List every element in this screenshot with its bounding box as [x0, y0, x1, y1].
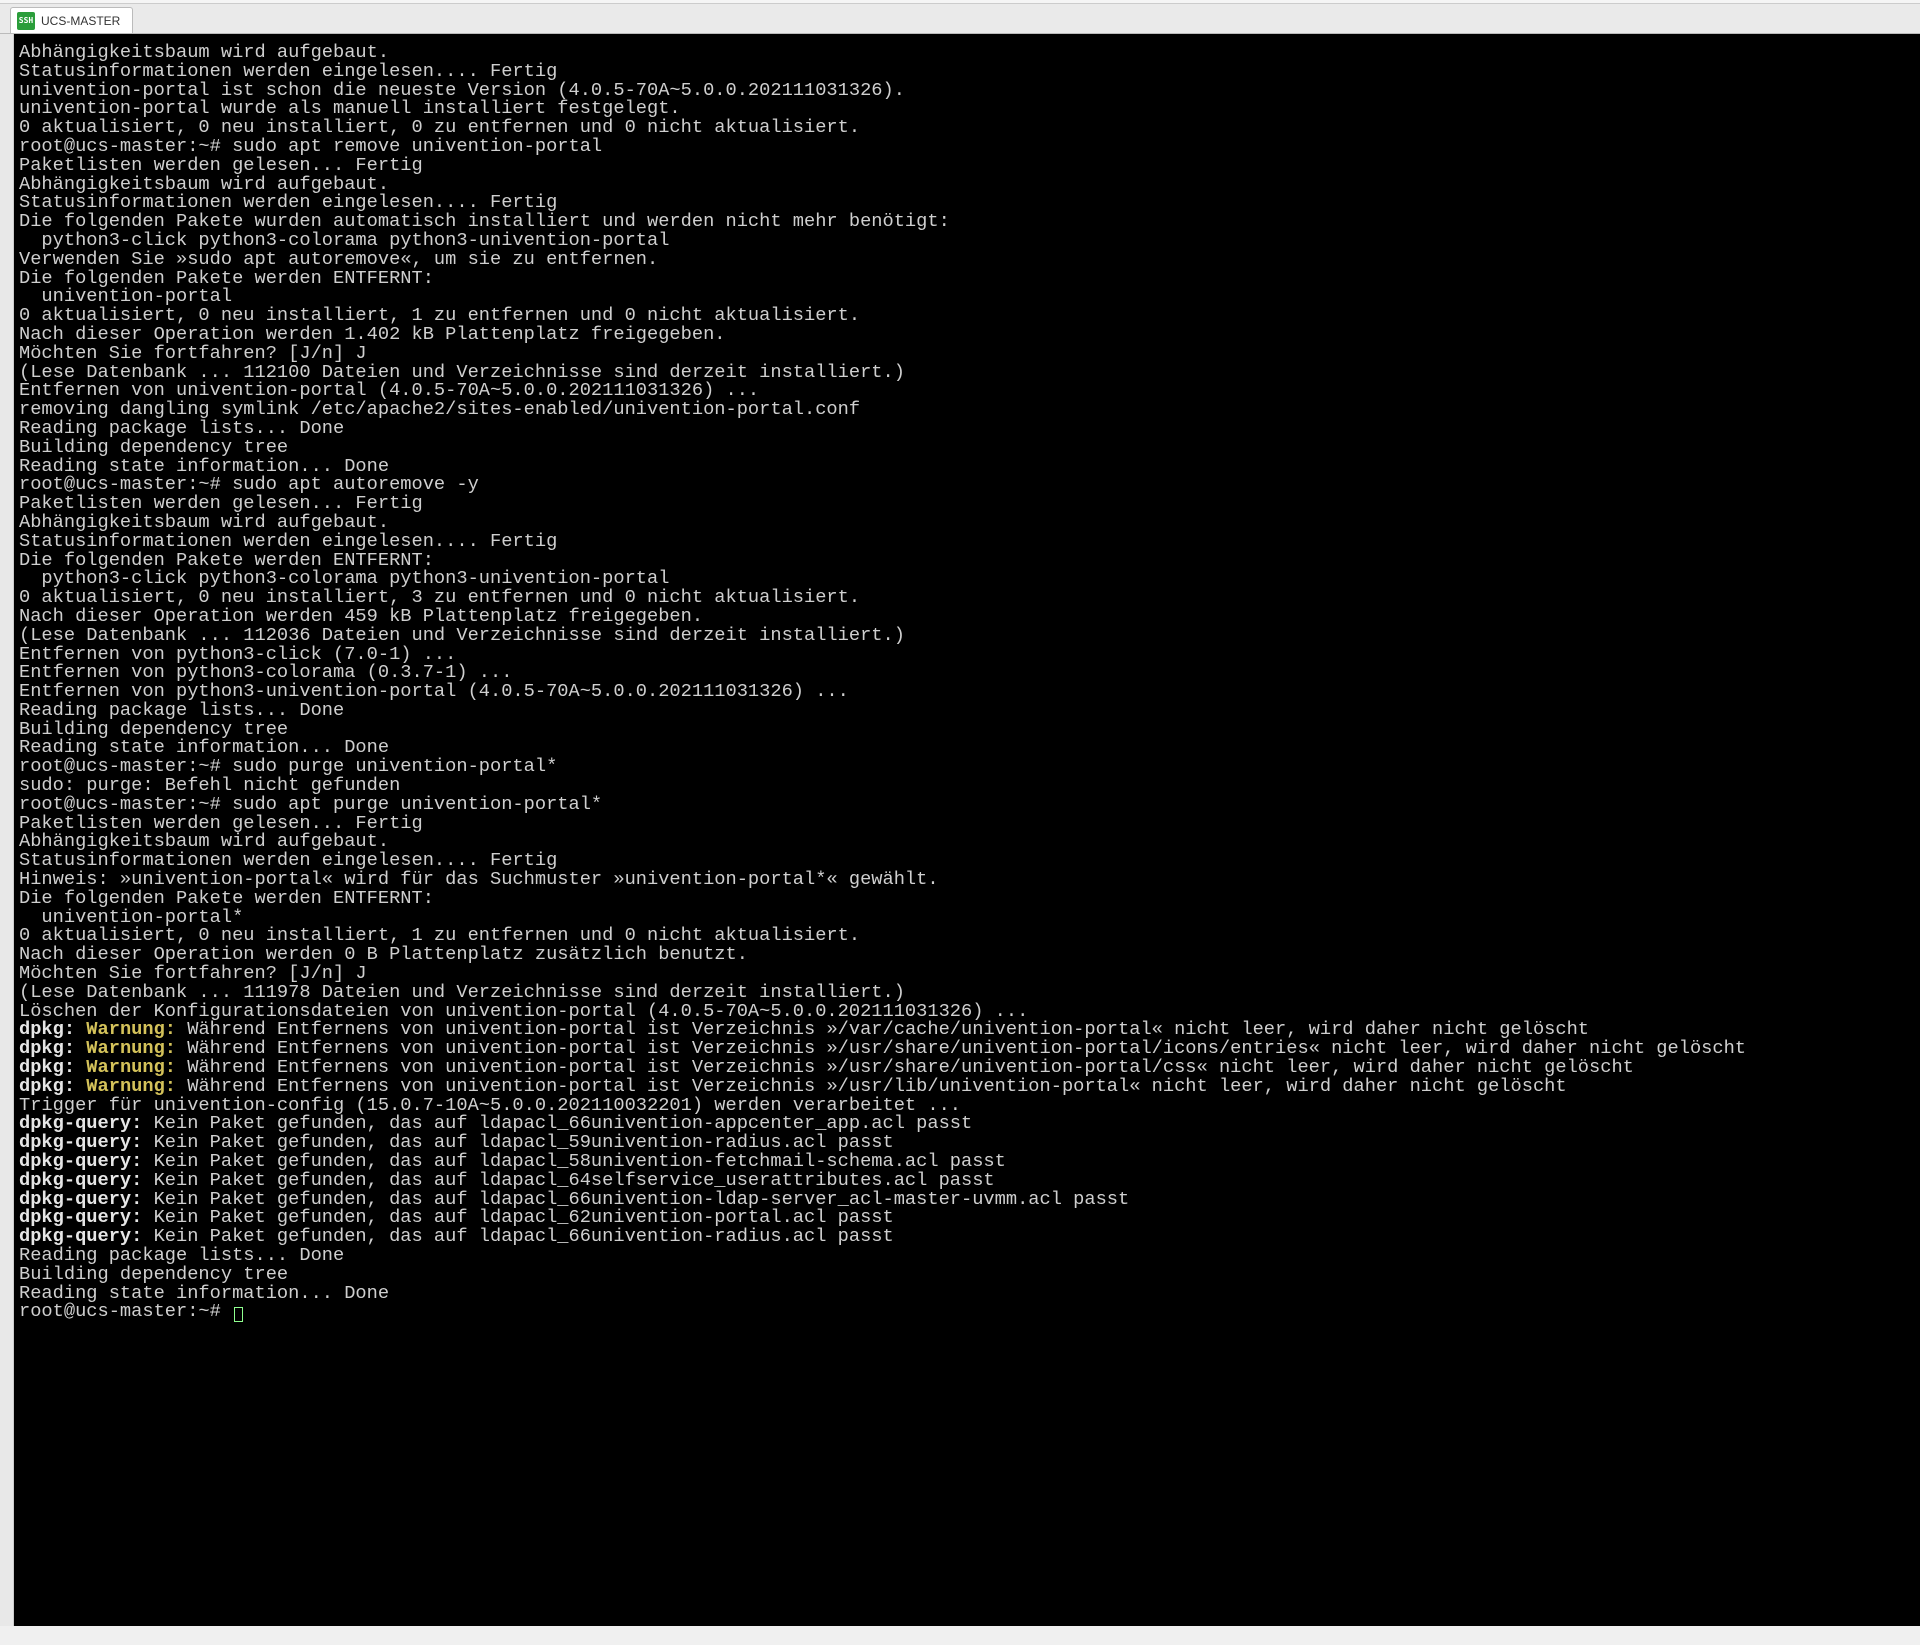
- terminal-line: Nach dieser Operation werden 1.402 kB Pl…: [19, 325, 1915, 344]
- terminal-line: Abhängigkeitsbaum wird aufgebaut.: [19, 43, 1915, 62]
- tab-strip: SSH UCS-MASTER: [0, 4, 1920, 34]
- terminal-line: Statusinformationen werden eingelesen...…: [19, 62, 1915, 81]
- terminal[interactable]: Abhängigkeitsbaum wird aufgebaut.Statusi…: [15, 35, 1919, 1625]
- terminal-container: Abhängigkeitsbaum wird aufgebaut.Statusi…: [14, 34, 1920, 1626]
- terminal-line: root@ucs-master:~#: [19, 1302, 1915, 1322]
- terminal-line: Statusinformationen werden eingelesen...…: [19, 532, 1915, 551]
- ssh-icon: SSH: [17, 12, 35, 30]
- terminal-line: Die folgenden Pakete werden ENTFERNT:: [19, 269, 1915, 288]
- terminal-line: root@ucs-master:~# sudo apt purge univen…: [19, 795, 1915, 814]
- terminal-line: Reading package lists... Done: [19, 701, 1915, 720]
- terminal-line: dpkg: Warnung: Während Entfernens von un…: [19, 1077, 1915, 1096]
- tab-label: UCS-MASTER: [41, 14, 120, 28]
- terminal-line: python3-click python3-colorama python3-u…: [19, 231, 1915, 250]
- left-gutter: [0, 34, 14, 1626]
- terminal-line: Möchten Sie fortfahren? [J/n] J: [19, 344, 1915, 363]
- terminal-line: Abhängigkeitsbaum wird aufgebaut.: [19, 513, 1915, 532]
- cursor: [234, 1307, 243, 1322]
- terminal-line: Nach dieser Operation werden 459 kB Plat…: [19, 607, 1915, 626]
- terminal-wrapper: Abhängigkeitsbaum wird aufgebaut.Statusi…: [0, 34, 1920, 1626]
- terminal-line: Reading package lists... Done: [19, 1246, 1915, 1265]
- terminal-line: (Lese Datenbank ... 112036 Dateien und V…: [19, 626, 1915, 645]
- terminal-line: (Lese Datenbank ... 111978 Dateien und V…: [19, 983, 1915, 1002]
- terminal-line: Paketlisten werden gelesen... Fertig: [19, 156, 1915, 175]
- terminal-line: Die folgenden Pakete werden ENTFERNT:: [19, 889, 1915, 908]
- terminal-line: Reading package lists... Done: [19, 419, 1915, 438]
- prompt: root@ucs-master:~#: [19, 1300, 232, 1322]
- terminal-line: Reading state information... Done: [19, 1284, 1915, 1303]
- terminal-line: Building dependency tree: [19, 438, 1915, 457]
- terminal-line: root@ucs-master:~# sudo apt remove unive…: [19, 137, 1915, 156]
- tab-ucs-master[interactable]: SSH UCS-MASTER: [10, 7, 133, 33]
- terminal-line: Building dependency tree: [19, 1265, 1915, 1284]
- terminal-line: Verwenden Sie »sudo apt autoremove«, um …: [19, 250, 1915, 269]
